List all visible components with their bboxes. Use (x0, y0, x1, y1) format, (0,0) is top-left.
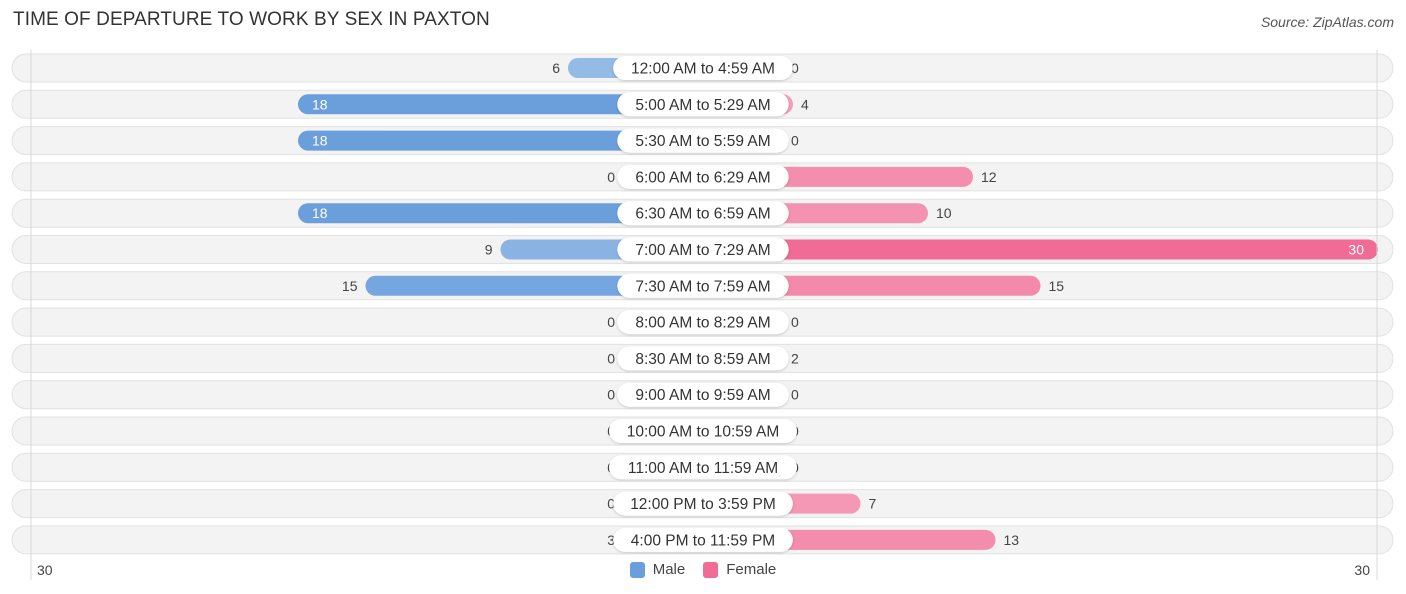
legend-swatch-female (703, 561, 719, 578)
value-label-male: 18 (312, 96, 328, 112)
category-label: 8:00 AM to 8:29 AM (635, 315, 770, 332)
category-label: 4:00 PM to 11:59 PM (631, 532, 775, 549)
category-label: 10:00 AM to 10:59 AM (627, 424, 780, 441)
value-label-male: 9 (485, 242, 493, 258)
category-label: 11:00 AM to 11:59 AM (628, 460, 778, 477)
chart-row: 0 0 9:00 AM to 9:59 AM (11, 380, 1394, 410)
category-label: 6:30 AM to 6:59 AM (635, 206, 770, 223)
legend-label-female: Female (726, 561, 777, 578)
category-label: 7:00 AM to 7:29 AM (635, 242, 770, 259)
value-label-female: 15 (1049, 278, 1065, 294)
chart-row: 0 12 6:00 AM to 6:29 AM (11, 162, 1394, 192)
category-label: 12:00 AM to 4:59 AM (631, 61, 775, 78)
value-label-female: 7 (869, 496, 877, 512)
value-label-male: 0 (607, 314, 615, 330)
chart-row: 6 012:00 AM to 4:59 AM (11, 53, 1394, 83)
category-label: 8:30 AM to 8:59 AM (635, 351, 770, 368)
value-label-male: 18 (312, 133, 328, 149)
chart-row: 0 712:00 PM to 3:59 PM (11, 489, 1394, 519)
value-label-female: 10 (936, 205, 952, 221)
legend: Male Female (0, 561, 1406, 578)
category-label: 12:00 PM to 3:59 PM (630, 496, 776, 513)
category-label: 6:00 AM to 6:29 AM (635, 169, 770, 186)
category-label: 7:30 AM to 7:59 AM (635, 278, 770, 295)
chart-row: 18 0 5:30 AM to 5:59 AM (11, 126, 1394, 156)
chart-row: 18 10 6:30 AM to 6:59 AM (11, 198, 1394, 228)
legend-label-male: Male (652, 561, 686, 578)
value-label-male: 6 (552, 60, 560, 76)
legend-swatch-male (629, 561, 645, 578)
value-label-female: 0 (791, 314, 799, 330)
category-label: 9:00 AM to 9:59 AM (635, 387, 770, 404)
chart-row: 18 4 5:00 AM to 5:29 AM (11, 89, 1394, 119)
value-label-female: 13 (1004, 532, 1020, 548)
legend-item-female[interactable]: Female (703, 561, 776, 578)
chart-row: 9 30 7:00 AM to 7:29 AM (11, 235, 1394, 264)
value-label-male: 0 (607, 350, 615, 366)
value-label-male: 18 (312, 205, 328, 221)
chart-row: 15 15 7:30 AM to 7:59 AM (11, 271, 1394, 301)
value-label-female: 0 (791, 133, 799, 149)
legend-item-male[interactable]: Male (629, 561, 686, 578)
value-label-female: 2 (791, 350, 799, 366)
chart-row: 0 2 8:30 AM to 8:59 AM (11, 343, 1394, 373)
value-label-female: 0 (791, 387, 799, 403)
value-label-female: 12 (981, 169, 997, 185)
value-label-male: 0 (607, 387, 615, 403)
value-label-male: 15 (342, 278, 358, 294)
bar-female (703, 239, 1378, 260)
chart-row: 0010:00 AM to 10:59 AM (11, 416, 1394, 446)
chart-row: 0 0 8:00 AM to 8:29 AM (11, 307, 1394, 337)
chart-row: 0011:00 AM to 11:59 AM (11, 452, 1394, 482)
category-label: 5:00 AM to 5:29 AM (635, 97, 770, 114)
value-label-female: 4 (801, 96, 809, 112)
category-label: 5:30 AM to 5:59 AM (635, 133, 770, 150)
chart-plot: 6 012:00 AM to 4:59 AM18 45:00 AM to 5:29 … (11, 50, 1394, 580)
chart-row: 3 134:00 PM to 11:59 PM (11, 525, 1394, 555)
value-label-male: 0 (607, 169, 615, 185)
value-label-female: 30 (1348, 242, 1364, 258)
